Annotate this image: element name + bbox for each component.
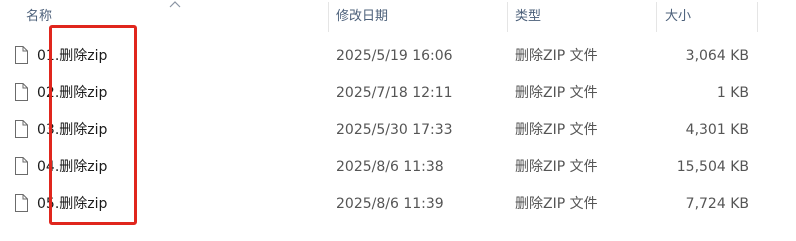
file-row[interactable]: 01.删除zip 2025/5/19 16:06 删除ZIP 文件 3,064 … [0, 38, 796, 75]
file-type: 删除ZIP 文件 [515, 48, 598, 64]
column-divider[interactable] [507, 2, 508, 32]
column-header-size[interactable]: 大小 [665, 0, 765, 34]
column-header-type[interactable]: 类型 [515, 0, 655, 34]
file-size: 4,301 KB [685, 122, 749, 138]
file-size: 3,064 KB [685, 48, 749, 64]
file-type: 删除ZIP 文件 [515, 85, 598, 101]
file-name: 02.删除zip [37, 85, 108, 101]
file-type: 删除ZIP 文件 [515, 159, 598, 175]
document-icon [15, 83, 28, 101]
document-icon [15, 46, 28, 64]
file-list-view: 名称 修改日期 类型 大小 01.删除zip 2025/5/19 16:06 删… [0, 0, 796, 241]
file-rows: 01.删除zip 2025/5/19 16:06 删除ZIP 文件 3,064 … [0, 38, 796, 223]
file-modified: 2025/7/18 12:11 [336, 85, 453, 101]
column-divider[interactable] [757, 2, 758, 32]
file-modified: 2025/5/19 16:06 [336, 48, 453, 64]
file-size: 1 KB [716, 85, 749, 101]
file-modified: 2025/5/30 17:33 [336, 122, 453, 138]
document-icon [15, 120, 28, 138]
file-type: 删除ZIP 文件 [515, 196, 598, 212]
column-header-bar: 名称 修改日期 类型 大小 [0, 0, 796, 34]
column-divider[interactable] [656, 2, 657, 32]
file-size: 15,504 KB [676, 159, 749, 175]
file-name: 04.删除zip [37, 159, 108, 175]
file-type: 删除ZIP 文件 [515, 122, 598, 138]
chevron-up-icon[interactable] [168, 0, 182, 9]
file-row[interactable]: 02.删除zip 2025/7/18 12:11 删除ZIP 文件 1 KB [0, 75, 796, 112]
file-name: 01.删除zip [37, 48, 108, 64]
document-icon [15, 194, 28, 212]
file-name: 05.删除zip [37, 196, 108, 212]
file-row[interactable]: 03.删除zip 2025/5/30 17:33 删除ZIP 文件 4,301 … [0, 112, 796, 149]
file-row[interactable]: 05.删除zip 2025/8/6 11:39 删除ZIP 文件 7,724 K… [0, 186, 796, 223]
file-size: 7,724 KB [685, 196, 749, 212]
file-row[interactable]: 04.删除zip 2025/8/6 11:38 删除ZIP 文件 15,504 … [0, 149, 796, 186]
file-name: 03.删除zip [37, 122, 108, 138]
document-icon [15, 157, 28, 175]
file-modified: 2025/8/6 11:38 [336, 159, 444, 175]
column-divider[interactable] [328, 2, 329, 32]
file-modified: 2025/8/6 11:39 [336, 196, 444, 212]
column-header-modified[interactable]: 修改日期 [336, 0, 506, 34]
